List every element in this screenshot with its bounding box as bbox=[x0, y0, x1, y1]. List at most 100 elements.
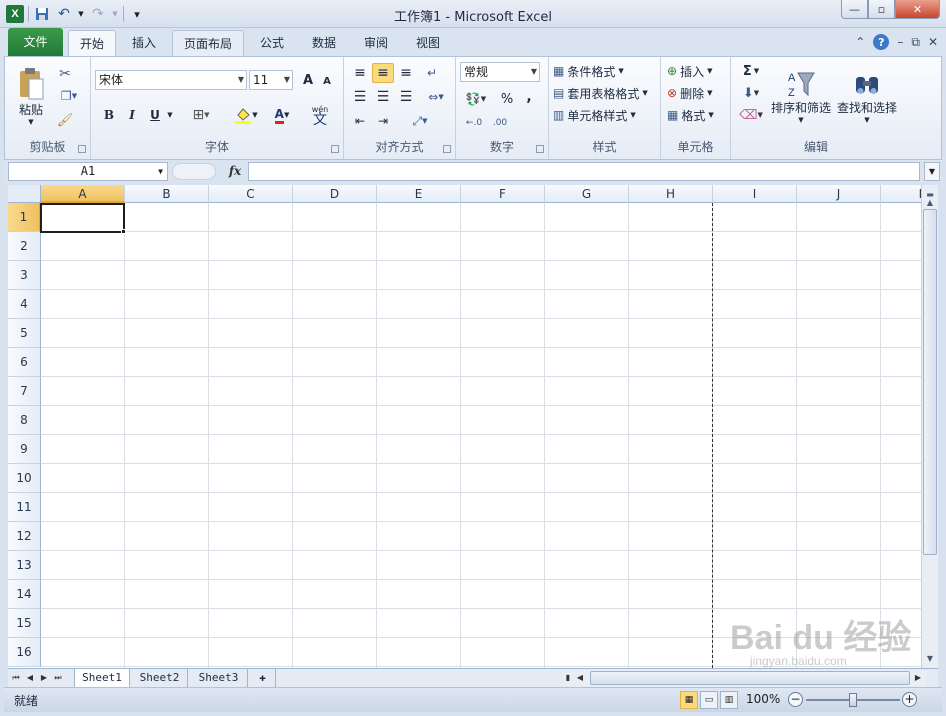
phonetic-guide-icon[interactable]: wén 文 bbox=[303, 103, 337, 127]
decrease-indent-icon[interactable]: ⇤ bbox=[350, 111, 370, 131]
align-left-icon[interactable]: ☰ bbox=[350, 87, 370, 107]
worksheet-grid[interactable]: ABCDEFGHIJK 12345678910111213141516 bbox=[8, 185, 921, 668]
italic-button[interactable]: I bbox=[122, 105, 142, 125]
sheet-tab-sheet1[interactable]: Sheet1 bbox=[74, 669, 130, 687]
underline-button[interactable]: U bbox=[145, 105, 165, 125]
row-header-11[interactable]: 11 bbox=[8, 493, 41, 522]
shrink-font-button[interactable]: A bbox=[319, 72, 335, 90]
row-header-8[interactable]: 8 bbox=[8, 406, 41, 435]
zoom-in-button[interactable]: + bbox=[902, 692, 917, 707]
insert-function-button[interactable]: fx bbox=[224, 162, 246, 181]
close-button[interactable]: ✕ bbox=[895, 0, 940, 19]
tab-review[interactable]: 审阅 bbox=[354, 30, 398, 56]
accounting-format-icon[interactable]: 💱 ▼ bbox=[460, 89, 492, 109]
font-name-combo[interactable]: 宋体 ▼ bbox=[95, 70, 247, 90]
row-header-7[interactable]: 7 bbox=[8, 377, 41, 406]
orientation-icon[interactable]: ⤢ ▼ bbox=[406, 111, 434, 131]
next-sheet-icon[interactable]: ▶ bbox=[38, 671, 50, 685]
tab-home[interactable]: 开始 bbox=[68, 30, 116, 56]
column-header-d[interactable]: D bbox=[293, 185, 377, 203]
column-header-c[interactable]: C bbox=[209, 185, 293, 203]
row-header-14[interactable]: 14 bbox=[8, 580, 41, 609]
border-icon[interactable]: ⊞ ▼ bbox=[187, 105, 215, 125]
normal-view-icon[interactable]: ▦ bbox=[680, 691, 698, 709]
clipboard-launcher-icon[interactable] bbox=[78, 145, 86, 153]
row-header-2[interactable]: 2 bbox=[8, 232, 41, 261]
row-header-12[interactable]: 12 bbox=[8, 522, 41, 551]
zoom-out-button[interactable]: − bbox=[788, 692, 803, 707]
expand-formula-bar-icon[interactable]: ▼ bbox=[924, 162, 940, 181]
scroll-left-icon[interactable]: ◀ bbox=[574, 671, 586, 685]
workbook-minimize-icon[interactable]: – bbox=[897, 35, 903, 49]
tab-file[interactable]: 文件 bbox=[8, 28, 63, 56]
minimize-ribbon-icon[interactable]: ⌃ bbox=[855, 35, 865, 49]
tab-insert[interactable]: 插入 bbox=[122, 30, 166, 56]
workbook-close-icon[interactable]: ✕ bbox=[928, 35, 938, 49]
tab-formulas[interactable]: 公式 bbox=[250, 30, 294, 56]
copy-icon[interactable]: ❐ ▼ bbox=[55, 87, 83, 105]
align-right-icon[interactable]: ☰ bbox=[396, 87, 416, 107]
merge-center-icon[interactable]: ⇔ ▼ bbox=[422, 87, 450, 107]
align-top-icon[interactable]: ≡ bbox=[350, 63, 370, 83]
maximize-button[interactable]: ▫ bbox=[868, 0, 895, 19]
vertical-scrollbar[interactable]: ▬ ▲ ▼ bbox=[921, 185, 938, 668]
clear-icon[interactable]: ⌫ ▼ bbox=[737, 105, 765, 125]
page-layout-view-icon[interactable]: ▭ bbox=[700, 691, 718, 709]
row-header-4[interactable]: 4 bbox=[8, 290, 41, 319]
insert-cells-button[interactable]: ⊕ 插入 ▼ bbox=[667, 61, 727, 81]
column-header-i[interactable]: I bbox=[713, 185, 797, 203]
workbook-restore-icon[interactable]: ⧉ bbox=[911, 35, 920, 50]
column-header-h[interactable]: H bbox=[629, 185, 713, 203]
column-header-e[interactable]: E bbox=[377, 185, 461, 203]
fill-handle[interactable] bbox=[121, 229, 126, 234]
align-bottom-icon[interactable]: ≡ bbox=[396, 63, 416, 83]
formula-input[interactable] bbox=[248, 162, 920, 181]
cut-icon[interactable]: ✂ bbox=[55, 65, 75, 83]
vertical-scroll-thumb[interactable] bbox=[923, 209, 937, 555]
fill-color-icon[interactable]: ▼ bbox=[231, 105, 261, 125]
row-header-9[interactable]: 9 bbox=[8, 435, 41, 464]
font-color-icon[interactable]: A ▼ bbox=[267, 105, 297, 125]
scroll-right-icon[interactable]: ▶ bbox=[912, 671, 924, 685]
first-sheet-icon[interactable]: ⏮ bbox=[10, 671, 22, 685]
prev-sheet-icon[interactable]: ◀ bbox=[24, 671, 36, 685]
sheet-tab-sheet2[interactable]: Sheet2 bbox=[132, 669, 188, 687]
tab-page-layout[interactable]: 页面布局 bbox=[172, 30, 244, 56]
row-header-3[interactable]: 3 bbox=[8, 261, 41, 290]
horizontal-scroll-thumb[interactable] bbox=[590, 671, 910, 685]
format-painter-icon[interactable]: 🖌 bbox=[55, 111, 75, 129]
wrap-text-icon[interactable]: ↵ bbox=[422, 63, 442, 83]
select-all-button[interactable] bbox=[8, 185, 41, 203]
tab-view[interactable]: 视图 bbox=[406, 30, 450, 56]
row-header-10[interactable]: 10 bbox=[8, 464, 41, 493]
font-launcher-icon[interactable] bbox=[331, 145, 339, 153]
row-header-5[interactable]: 5 bbox=[8, 319, 41, 348]
increase-indent-icon[interactable]: ⇥ bbox=[372, 111, 394, 131]
row-header-13[interactable]: 13 bbox=[8, 551, 41, 580]
font-size-combo[interactable]: 11 ▼ bbox=[249, 70, 293, 90]
cell-styles-button[interactable]: ▥ 单元格样式 ▼ bbox=[553, 105, 657, 125]
paste-button[interactable]: 粘贴 ▼ bbox=[11, 61, 51, 131]
minimize-button[interactable]: — bbox=[841, 0, 868, 19]
row-header-6[interactable]: 6 bbox=[8, 348, 41, 377]
sheet-tab-sheet3[interactable]: Sheet3 bbox=[190, 669, 248, 687]
align-middle-icon[interactable]: ≡ bbox=[372, 63, 394, 83]
column-header-j[interactable]: J bbox=[797, 185, 881, 203]
help-icon[interactable]: ? bbox=[873, 34, 890, 50]
align-center-icon[interactable]: ☰ bbox=[372, 87, 394, 107]
scroll-down-icon[interactable]: ▼ bbox=[922, 651, 938, 667]
formula-bar-resize-handle[interactable] bbox=[172, 163, 216, 180]
fill-icon[interactable]: ⬇ ▼ bbox=[737, 83, 765, 103]
zoom-slider-thumb[interactable] bbox=[849, 693, 857, 707]
comma-style-button[interactable]: , bbox=[520, 87, 538, 107]
find-select-button[interactable]: 查找和选择 ▼ bbox=[835, 61, 899, 131]
bold-button[interactable]: B bbox=[99, 105, 119, 125]
tab-data[interactable]: 数据 bbox=[302, 30, 346, 56]
page-break-preview-icon[interactable]: ▥ bbox=[720, 691, 738, 709]
insert-sheet-icon[interactable]: ✚ bbox=[250, 669, 276, 687]
column-header-f[interactable]: F bbox=[461, 185, 545, 203]
conditional-formatting-button[interactable]: ▦ 条件格式 ▼ bbox=[553, 61, 657, 81]
row-header-1[interactable]: 1 bbox=[8, 203, 41, 232]
number-launcher-icon[interactable] bbox=[536, 145, 544, 153]
grow-font-button[interactable]: A bbox=[299, 70, 317, 90]
